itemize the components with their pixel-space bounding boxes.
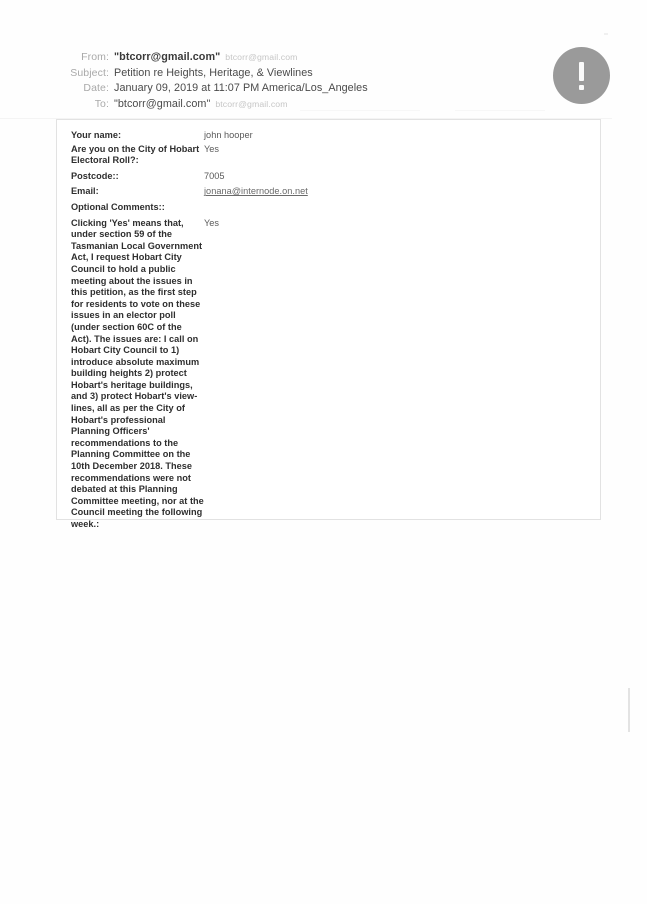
email-header-row: Date: January 09, 2019 at 11:07 PM Americ…: [55, 82, 525, 98]
scan-artifact: [604, 33, 608, 35]
form-field-label: Email:: [71, 186, 99, 197]
exclamation-mark-icon: [579, 61, 584, 90]
email-header-value: January 09, 2019 at 11:07 PM America/Los…: [114, 82, 368, 95]
avatar: [553, 47, 610, 104]
form-field-value: john hooper: [204, 130, 253, 140]
form-row: Optional Comments::: [71, 202, 571, 214]
petition-comment-answer: Yes: [204, 217, 219, 228]
email-header-row: To: "btcorr@gmail.com" btcorr@gmail.com: [55, 98, 525, 114]
form-field-email-link[interactable]: jonana@internode.on.net: [204, 186, 308, 198]
form-field-label: Optional Comments::: [71, 201, 165, 212]
comment-row: Clicking 'Yes' means that, under section…: [71, 218, 571, 531]
form-row: Are you on the City of Hobart Electoral …: [71, 144, 571, 167]
form-row: Email: jonana@internode.on.net: [71, 186, 571, 198]
email-header: From: "btcorr@gmail.com" btcorr@gmail.com S…: [55, 51, 525, 113]
email-header-value: "btcorr@gmail.com": [114, 51, 221, 63]
form-field-list: Your name: john hooper Are you on the City…: [71, 130, 571, 531]
scanned-page: From: "btcorr@gmail.com" btcorr@gmail.com S…: [0, 0, 647, 904]
form-field-value: Yes: [204, 143, 220, 154]
form-field-label: Your name:: [71, 130, 122, 140]
form-field-value: 7005: [204, 170, 225, 181]
form-row: Your name: john hooper: [71, 130, 571, 142]
petition-comment-text: Clicking 'Yes' means that, under section…: [71, 217, 204, 529]
scan-artifact: [628, 688, 630, 732]
email-header-address: btcorr@gmail.com: [225, 52, 298, 62]
form-field-label: Postcode::: [71, 170, 119, 181]
form-row: Postcode:: 7005: [71, 171, 571, 183]
form-field-label: Are you on the City of Hobart Electoral …: [71, 143, 200, 166]
email-header-label: Date:: [83, 82, 109, 95]
email-header-row: Subject: Petition re Heights, Heritage, &…: [55, 67, 525, 83]
email-header-label: To:: [94, 97, 109, 110]
email-header-row: From: "btcorr@gmail.com" btcorr@gmail.com: [55, 51, 525, 67]
email-header-value: Petition re Heights, Heritage, & Viewlin…: [114, 66, 313, 79]
petition-response-table: Your name: john hooper Are you on the City…: [56, 119, 601, 529]
email-header-value: "btcorr@gmail.com": [114, 97, 211, 110]
email-header-label: From:: [81, 51, 109, 63]
email-header-address: btcorr@gmail.com: [215, 98, 288, 109]
email-header-label: Subject:: [70, 66, 109, 79]
